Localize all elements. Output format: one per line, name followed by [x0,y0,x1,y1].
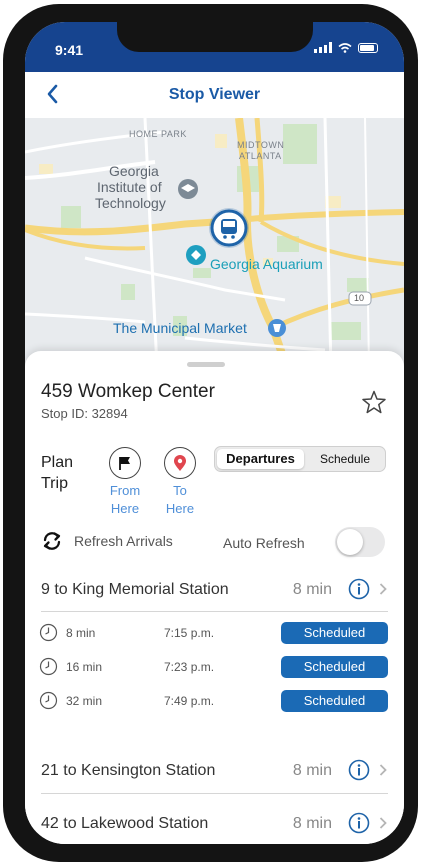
departure-time: 7:23 p.m. [164,660,215,674]
plan-trip-label: Plan Trip [41,454,74,492]
screen: 9:41 Stop Viewer HOME PARK MIDTOWN ATLAN… [25,22,404,844]
battery-icon [358,42,378,53]
info-icon[interactable] [348,812,370,834]
from-here-button[interactable] [109,447,141,479]
to-here-label[interactable]: To Here [163,482,197,518]
status-badge: Scheduled [281,656,388,678]
stop-name: 459 Womkep Center [41,381,215,402]
route-row[interactable]: 42 to Lakewood Station 8 min [41,809,388,839]
to-here-button[interactable] [164,447,196,479]
info-icon[interactable] [348,759,370,781]
clock-icon [39,657,58,676]
map-label-institute: Institute of [97,179,162,195]
route-row[interactable]: 9 to King Memorial Station 8 min [41,575,388,605]
page-title: Stop Viewer [168,86,261,103]
departure-time: 7:15 p.m. [164,626,215,640]
auto-refresh-label: Auto Refresh [223,535,305,551]
route-name: 42 to Lakewood Station [41,815,209,832]
divider [41,793,388,794]
favorite-star-icon[interactable] [361,389,387,415]
flag-icon [119,457,130,470]
map-label-georgia: Georgia [109,163,159,179]
departure-time: 7:49 p.m. [164,694,215,708]
map-view[interactable]: HOME PARK MIDTOWN ATLANTA Georgia Instit… [25,118,404,368]
tab-schedule[interactable]: Schedule [305,449,385,469]
phone-frame: 9:41 Stop Viewer HOME PARK MIDTOWN ATLAN… [3,4,418,862]
route-eta: 8 min [292,762,332,779]
route-eta: 8 min [292,581,332,598]
stop-details-sheet: 459 Womkep Center Stop ID: 32894 Plan Tr… [25,351,404,844]
location-pin-icon [174,455,186,471]
view-segmented-control: Departures Schedule [214,446,386,472]
departure-row: 16 min 7:23 p.m. Scheduled [39,656,388,680]
sheet-drag-handle[interactable] [187,362,225,367]
map-label-municipal-market: The Municipal Market [113,320,247,336]
map-label-aquarium: Georgia Aquarium [210,256,323,272]
from-here-label[interactable]: From Here [105,482,145,518]
chevron-right-icon [379,583,387,595]
info-icon[interactable] [348,578,370,600]
wifi-icon [338,42,352,53]
route-row[interactable]: 21 to Kensington Station 8 min [41,756,388,786]
map-label-technology: Technology [95,195,166,211]
clock-icon [39,623,58,642]
map-label-atlanta: ATLANTA [239,151,282,161]
nav-bar: Stop Viewer [25,72,404,118]
toggle-knob [337,529,363,555]
route-eta: 8 min [292,815,332,832]
map-label-midtown: MIDTOWN [237,140,285,150]
chevron-right-icon [379,817,387,829]
refresh-arrivals-button[interactable]: Refresh Arrivals [74,533,173,549]
status-badge: Scheduled [281,622,388,644]
departure-row: 8 min 7:15 p.m. Scheduled [39,622,388,646]
departure-row: 32 min 7:49 p.m. Scheduled [39,690,388,714]
status-bar: 9:41 [25,22,404,72]
departure-wait: 16 min [66,660,103,674]
notch [117,22,313,52]
refresh-icon[interactable] [41,530,63,552]
divider [41,611,388,612]
route-name: 21 to Kensington Station [41,762,216,779]
status-badge: Scheduled [281,690,388,712]
stop-id: Stop ID: 32894 [41,406,128,421]
highway-shield-label: 10 [354,293,365,303]
clock-icon [39,691,58,710]
tab-departures[interactable]: Departures [217,449,304,469]
system-icons [314,42,378,53]
departure-wait: 8 min [66,626,96,640]
map-label-home-park: HOME PARK [129,129,187,139]
signal-icon [314,42,332,53]
chevron-right-icon [379,764,387,776]
departure-wait: 32 min [66,694,103,708]
auto-refresh-toggle[interactable] [335,527,385,557]
status-time: 9:41 [55,42,84,58]
route-name: 9 to King Memorial Station [41,581,229,598]
